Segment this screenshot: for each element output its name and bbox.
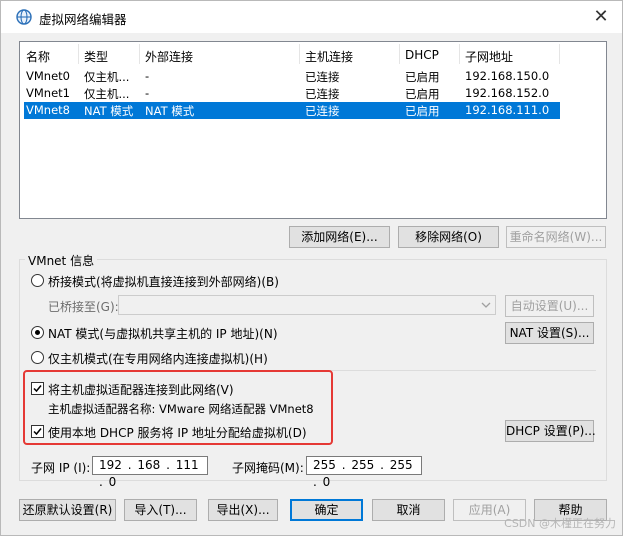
add-network-button[interactable]: 添加网络(E)... xyxy=(289,226,390,248)
cell-host: 已连接 xyxy=(305,87,340,101)
ok-button[interactable]: 确定 xyxy=(290,499,363,521)
cell-external: - xyxy=(145,69,150,83)
rename-network-button[interactable]: 重命名网络(W)... xyxy=(506,226,606,248)
export-button[interactable]: 导出(X)... xyxy=(208,499,278,521)
column-header-external[interactable]: 外部连接 xyxy=(145,48,193,65)
cell-dhcp: 已启用 xyxy=(405,104,440,118)
remove-network-button[interactable]: 移除网络(O) xyxy=(398,226,499,248)
list-header: 名称 类型 外部连接 主机连接 DHCP 子网地址 xyxy=(20,42,606,66)
subnet-ip-label: 子网 IP (I): xyxy=(31,461,91,475)
table-row-selected[interactable]: VMnet8 NAT 模式 NAT 模式 已连接 已启用 192.168.111… xyxy=(24,102,560,119)
cell-external: - xyxy=(145,86,150,100)
subnet-mask-label: 子网掩码(M): xyxy=(232,461,304,475)
title-bar: 虚拟网络编辑器 ✕ xyxy=(1,1,622,33)
virtual-network-editor-window: 虚拟网络编辑器 ✕ 名称 类型 外部连接 主机连接 DHCP 子网地址 VMne… xyxy=(0,0,623,536)
table-row[interactable]: VMnet0 仅主机... - 已连接 已启用 192.168.150.0 xyxy=(24,68,560,85)
restore-defaults-button[interactable]: 还原默认设置(R) xyxy=(19,499,116,521)
nat-settings-button[interactable]: NAT 设置(S)... xyxy=(505,322,594,344)
cancel-button[interactable]: 取消 xyxy=(372,499,445,521)
cell-subnet: 192.168.150.0 xyxy=(465,69,550,83)
window-title: 虚拟网络编辑器 xyxy=(39,12,127,27)
cell-dhcp: 已启用 xyxy=(405,87,440,101)
cell-type: NAT 模式 xyxy=(84,104,134,118)
column-header-host[interactable]: 主机连接 xyxy=(305,48,353,65)
network-list[interactable]: 名称 类型 外部连接 主机连接 DHCP 子网地址 VMnet0 仅主机... … xyxy=(19,41,607,219)
nat-mode-label[interactable]: NAT 模式(与虚拟机共享主机的 IP 地址)(N) xyxy=(48,325,278,342)
column-header-type[interactable]: 类型 xyxy=(84,48,108,65)
subnet-ip-input[interactable]: 192 . 168 . 111 . 0 xyxy=(92,456,208,489)
cell-external: NAT 模式 xyxy=(145,104,195,118)
cell-dhcp: 已启用 xyxy=(405,70,440,84)
cell-subnet: 192.168.111.0 xyxy=(465,103,550,117)
network-globe-icon xyxy=(16,9,32,25)
subnet-mask-input[interactable]: 255 . 255 . 255 . 0 xyxy=(306,456,422,489)
vmnet-info-title: VMnet 信息 xyxy=(25,252,98,269)
cell-name: VMnet8 xyxy=(26,103,70,117)
cell-name: VMnet1 xyxy=(26,86,70,100)
column-header-dhcp[interactable]: DHCP xyxy=(405,48,439,62)
host-only-mode-label[interactable]: 仅主机模式(在专用网络内连接虚拟机)(H) xyxy=(48,350,268,367)
bridged-mode-radio[interactable] xyxy=(31,274,44,287)
cell-host: 已连接 xyxy=(305,104,340,118)
auto-settings-button[interactable]: 自动设置(U)... xyxy=(505,295,594,317)
cell-type: 仅主机... xyxy=(84,87,130,101)
bridged-mode-label[interactable]: 桥接模式(将虚拟机直接连接到外部网络)(B) xyxy=(48,273,279,290)
bridged-to-label: 已桥接至(G): xyxy=(48,300,119,314)
cell-name: VMnet0 xyxy=(26,69,70,83)
host-only-mode-radio[interactable] xyxy=(31,351,44,364)
nat-mode-radio[interactable] xyxy=(31,326,44,339)
chevron-down-icon xyxy=(481,302,491,308)
cell-type: 仅主机... xyxy=(84,70,130,84)
cell-subnet: 192.168.152.0 xyxy=(465,86,550,100)
close-button[interactable]: ✕ xyxy=(586,4,616,30)
dhcp-settings-button[interactable]: DHCP 设置(P)... xyxy=(505,420,596,442)
import-button[interactable]: 导入(T)... xyxy=(124,499,197,521)
watermark-text: CSDN @木槿正在努力 xyxy=(504,517,616,530)
column-header-name[interactable]: 名称 xyxy=(26,48,50,65)
table-row[interactable]: VMnet1 仅主机... - 已连接 已启用 192.168.152.0 xyxy=(24,85,560,102)
highlight-annotation-box xyxy=(23,370,333,445)
bridged-to-select[interactable] xyxy=(118,295,496,315)
column-header-subnet[interactable]: 子网地址 xyxy=(465,48,513,65)
cell-host: 已连接 xyxy=(305,70,340,84)
